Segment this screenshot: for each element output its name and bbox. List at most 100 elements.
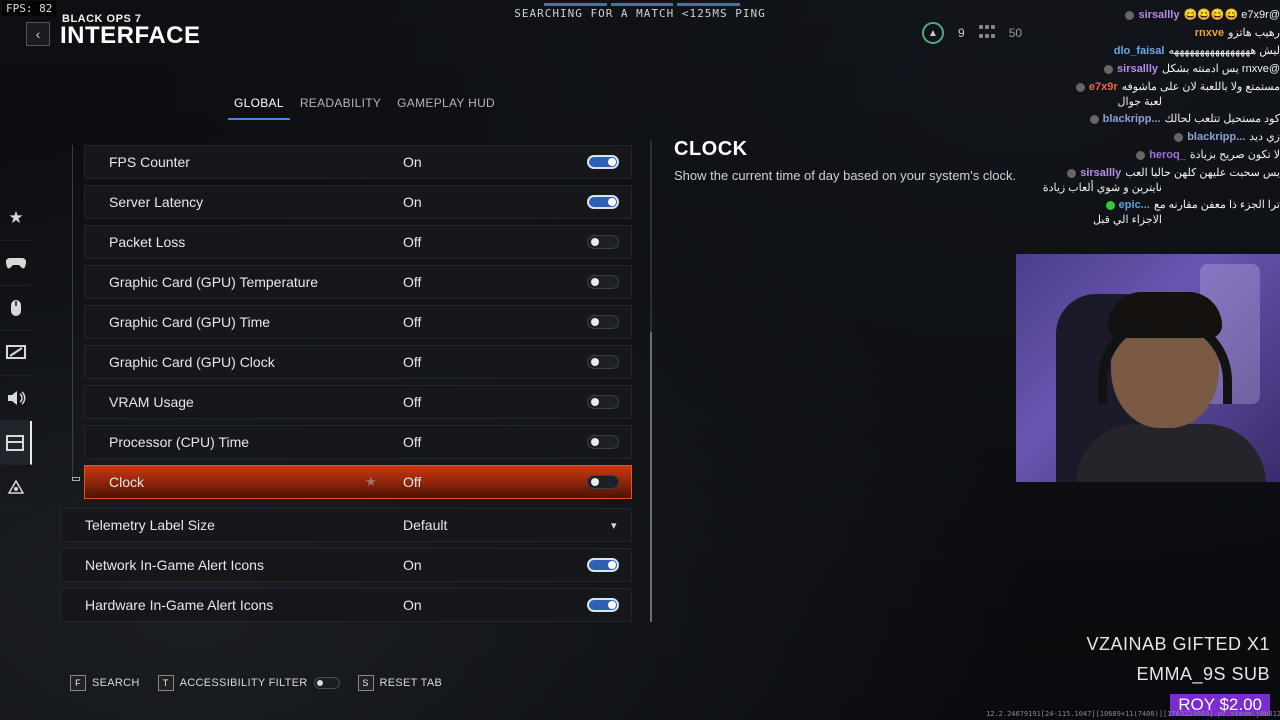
chat-text: زي ديد [1249,131,1280,143]
search-button[interactable]: F SEARCH [70,675,140,691]
setting-row[interactable]: Telemetry Label Size Default ▾ [60,508,632,542]
key-hint: S [357,675,374,691]
setting-label: Server Latency [109,194,204,210]
toggle-switch[interactable] [587,155,619,169]
apps-grid-icon[interactable] [978,25,995,41]
page-title: INTERFACE [60,22,201,49]
toggle-switch[interactable] [587,195,619,209]
setting-row[interactable]: Packet Loss Off [84,225,632,259]
chat-username: dlo_faisal [1113,45,1165,57]
settings-tabs: GLOBAL READABILITY GAMEPLAY HUD [228,94,505,120]
search-label: SEARCH [92,677,140,689]
setting-row-selected[interactable]: Clock ★ Off [84,465,632,499]
toggle-switch[interactable] [587,435,619,449]
toggle-switch[interactable] [587,275,619,289]
streamer-webcam [1016,254,1280,482]
chat-username: sirsallly [1117,63,1158,75]
list-scrollbar-thumb[interactable] [650,332,652,622]
chat-text: ترا الجزء ذا معفن مقارنه مع [1153,199,1280,211]
setting-row[interactable]: Graphic Card (GPU) Clock Off [84,345,632,379]
setting-label: Processor (CPU) Time [109,434,250,450]
toggle-switch[interactable] [587,315,619,329]
display-icon[interactable] [0,331,32,376]
stream-chat: sirsallly @e7x9r 😄😄😄😄 rnxve رهيب هاتزو d… [1010,8,1280,230]
chat-message: sirsallly @rnxve يس ادمنته بشكل [1010,62,1280,76]
setting-label: Packet Loss [109,234,186,250]
user-badge-icon [1067,168,1077,178]
setting-row[interactable]: Graphic Card (GPU) Time Off [84,305,632,339]
chat-username: rnxve [1194,27,1225,39]
setting-row[interactable]: VRAM Usage Off [84,385,632,419]
interface-icon[interactable] [0,421,32,465]
reset-tab-button[interactable]: S RESET TAB [357,675,443,691]
tab-global[interactable]: GLOBAL [228,94,290,120]
toggle-switch[interactable] [587,475,619,489]
chat-message: dlo_faisal ليش ههههههههههههههههه [1010,44,1280,58]
list-indent-marker [72,477,80,481]
setting-row[interactable]: Hardware In-Game Alert Icons On [60,588,632,622]
user-badge-icon [1125,10,1135,20]
setting-value: On [403,194,422,210]
setting-label: Graphic Card (GPU) Temperature [109,274,319,290]
chat-text: @rnxve يس ادمنته بشكل [1162,63,1280,75]
user-badge-icon [1136,150,1146,160]
chat-message: blackripp... زي ديد [1010,130,1280,144]
star-icon[interactable]: ★ [0,196,32,241]
toggle-switch[interactable] [587,235,619,249]
list-indent-line [72,145,73,481]
controller-icon[interactable] [0,241,32,286]
toggle-switch[interactable] [587,355,619,369]
description-title: CLOCK [674,138,748,160]
setting-value: Off [403,474,422,490]
chat-text: @e7x9r 😄😄😄😄 [1183,9,1280,21]
setting-row[interactable]: Server Latency On [84,185,632,219]
network-icon[interactable] [0,465,32,510]
chat-username: sirsallly [1138,9,1180,21]
toggle-switch[interactable] [587,395,619,409]
settings-sidenav: ★ [0,196,32,510]
chevron-down-icon[interactable]: ▾ [611,519,617,532]
chat-message: heroq_ لا تكون صريح بزيادة [1010,148,1280,162]
toggle-switch[interactable] [587,598,619,612]
chat-username: sirsallly [1080,167,1122,179]
setting-row[interactable]: Network In-Game Alert Icons On [60,548,632,582]
setting-value: Off [403,314,422,330]
setting-label: Telemetry Label Size [85,517,215,533]
chat-text: يس سحبت عليهن كلهن حاليا العب [1125,167,1280,179]
tab-gameplay-hud[interactable]: GAMEPLAY HUD [391,94,501,120]
footer-actions: F SEARCH T ACCESSIBILITY FILTER S RESET … [70,675,442,691]
user-badge-icon [1174,132,1184,142]
setting-label: Network In-Game Alert Icons [85,557,264,573]
setting-row[interactable]: Graphic Card (GPU) Temperature Off [84,265,632,299]
key-hint: T [157,675,174,691]
mouse-icon[interactable] [0,286,32,331]
chat-username: e7x9r [1088,81,1118,93]
chat-message: rnxve رهيب هاتزو [1010,26,1280,40]
chat-username: blackripp... [1187,131,1246,143]
chat-text: كود مستحيل تتلعب لحالك [1164,113,1280,125]
setting-value: Off [403,274,422,290]
chat-username: epic... [1118,199,1150,211]
chat-username: blackripp... [1102,113,1161,125]
accessibility-filter-button[interactable]: T ACCESSIBILITY FILTER [157,675,340,691]
setting-value: On [403,597,422,613]
chat-text-continued: نايترين و شوي ألعاب زيادة [1042,182,1162,194]
tab-readability[interactable]: READABILITY [294,94,387,120]
chat-text-continued: لعبة جوال [1117,96,1162,108]
audio-icon[interactable] [0,376,32,421]
favorite-star-icon[interactable]: ★ [365,474,377,490]
setting-label: VRAM Usage [109,394,194,410]
gift-alert: VZAINAB GIFTED X1 [1086,634,1270,654]
setting-value: Off [403,434,422,450]
toggle-switch[interactable] [587,558,619,572]
chat-message: sirsallly يس سحبت عليهن كلهن حاليا العب [1010,166,1280,180]
setting-row[interactable]: FPS Counter On [84,145,632,179]
setting-row[interactable]: Processor (CPU) Time Off [84,425,632,459]
chat-text: لا تكون صريح بزيادة [1189,149,1280,161]
player-level: 9 [958,26,965,40]
user-badge-icon [1104,64,1114,74]
accessibility-filter-toggle[interactable] [313,677,340,689]
chat-message: blackripp... كود مستحيل تتلعب لحالك [1010,112,1280,126]
back-button[interactable]: ‹ [26,22,50,46]
chat-message: epic... ترا الجزء ذا معفن مقارنه مع [1010,198,1280,212]
